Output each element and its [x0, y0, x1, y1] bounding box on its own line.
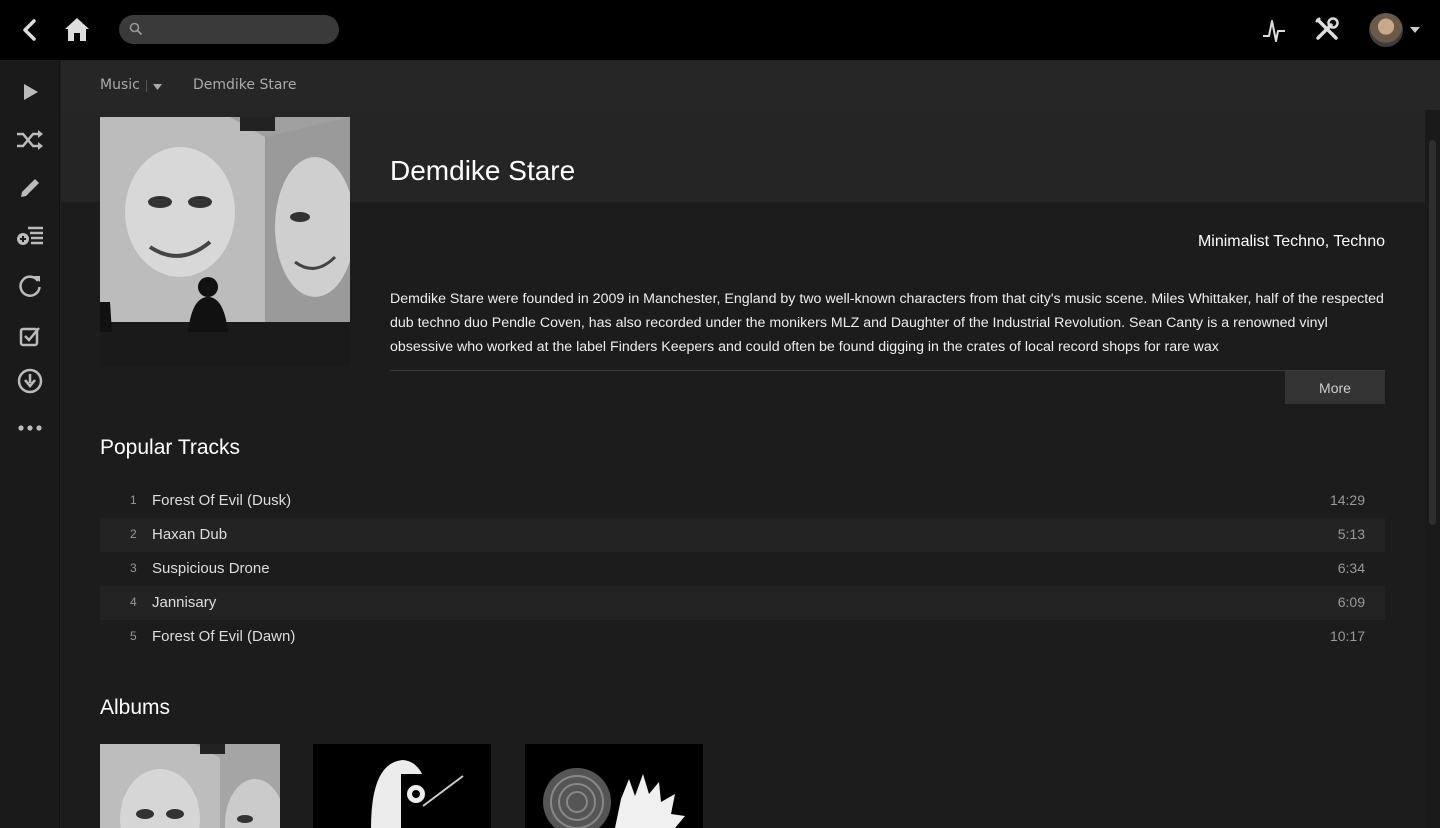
search-icon — [129, 22, 143, 36]
settings-button[interactable] — [1312, 14, 1342, 44]
album-cover[interactable] — [313, 744, 491, 828]
chevron-left-icon — [23, 19, 36, 41]
more-button[interactable]: More — [1285, 371, 1385, 404]
refresh-button[interactable] — [14, 270, 46, 302]
more-actions-button[interactable] — [14, 412, 46, 444]
track-duration: 6:34 — [1337, 560, 1365, 576]
bio-divider — [390, 370, 1385, 371]
home-button[interactable] — [62, 14, 92, 44]
sidebar — [0, 60, 60, 828]
scrollbar-thumb[interactable] — [1429, 140, 1436, 525]
artist-bio: Demdike Stare were founded in 2009 in Ma… — [390, 291, 1384, 355]
breadcrumb-section[interactable]: Music — [100, 77, 140, 93]
select-button[interactable] — [14, 320, 46, 352]
avatar — [1369, 13, 1403, 47]
artist-name: Demdike Stare — [390, 155, 576, 186]
checklist-icon — [19, 327, 40, 347]
breadcrumb: Music Demdike Stare — [61, 61, 1440, 110]
playlist-add-icon — [17, 226, 43, 245]
activity-button[interactable] — [1259, 15, 1289, 45]
activity-icon — [1263, 20, 1285, 42]
track-duration: 6:09 — [1337, 594, 1365, 610]
edit-button[interactable] — [14, 172, 46, 204]
track-number: 2 — [130, 527, 137, 541]
track-title: Forest Of Evil (Dawn) — [152, 628, 296, 645]
track-row[interactable]: 1 Forest Of Evil (Dusk) 14:29 — [100, 484, 1385, 518]
play-button[interactable] — [14, 76, 46, 108]
home-icon — [65, 18, 89, 41]
refresh-icon — [19, 275, 41, 297]
back-button[interactable] — [16, 16, 44, 44]
track-number: 4 — [130, 595, 137, 609]
track-row[interactable]: 5 Forest Of Evil (Dawn) 10:17 — [100, 620, 1385, 654]
track-row[interactable]: 2 Haxan Dub 5:13 — [100, 518, 1385, 552]
track-title: Haxan Dub — [152, 526, 228, 543]
shuffle-icon — [17, 130, 43, 150]
albums-title: Albums — [100, 696, 171, 719]
track-title: Suspicious Drone — [152, 560, 270, 577]
track-number: 3 — [130, 561, 137, 575]
track-duration: 14:29 — [1329, 492, 1365, 508]
top-bar — [0, 0, 1440, 60]
edit-icon — [21, 179, 39, 197]
user-menu[interactable] — [1369, 13, 1421, 47]
play-icon — [24, 84, 38, 100]
search-input[interactable] — [119, 15, 339, 44]
add-to-playlist-button[interactable] — [14, 220, 46, 252]
album-cover[interactable] — [525, 744, 703, 828]
track-duration: 5:13 — [1337, 526, 1365, 542]
track-number: 5 — [130, 629, 137, 643]
breadcrumb-current: Demdike Stare — [193, 77, 297, 93]
track-duration: 10:17 — [1329, 628, 1365, 644]
breadcrumb-separator — [146, 80, 147, 92]
track-title: Forest Of Evil (Dusk) — [152, 492, 292, 509]
album-cover[interactable] — [100, 744, 280, 828]
tools-icon — [1315, 17, 1339, 40]
track-row[interactable]: 4 Jannisary 6:09 — [100, 586, 1385, 620]
chevron-down-icon[interactable] — [153, 84, 162, 90]
popular-tracks-title: Popular Tracks — [100, 436, 241, 459]
artist-genres: Minimalist Techno, Techno — [1197, 233, 1385, 250]
download-button[interactable] — [14, 365, 46, 397]
download-icon — [17, 368, 43, 394]
track-number: 1 — [130, 493, 137, 507]
track-title: Jannisary — [152, 594, 217, 611]
shuffle-button[interactable] — [14, 124, 46, 156]
track-row[interactable]: 3 Suspicious Drone 6:34 — [100, 552, 1385, 586]
artist-image — [100, 117, 350, 366]
chevron-down-icon — [1410, 27, 1420, 33]
more-icon — [18, 425, 42, 431]
